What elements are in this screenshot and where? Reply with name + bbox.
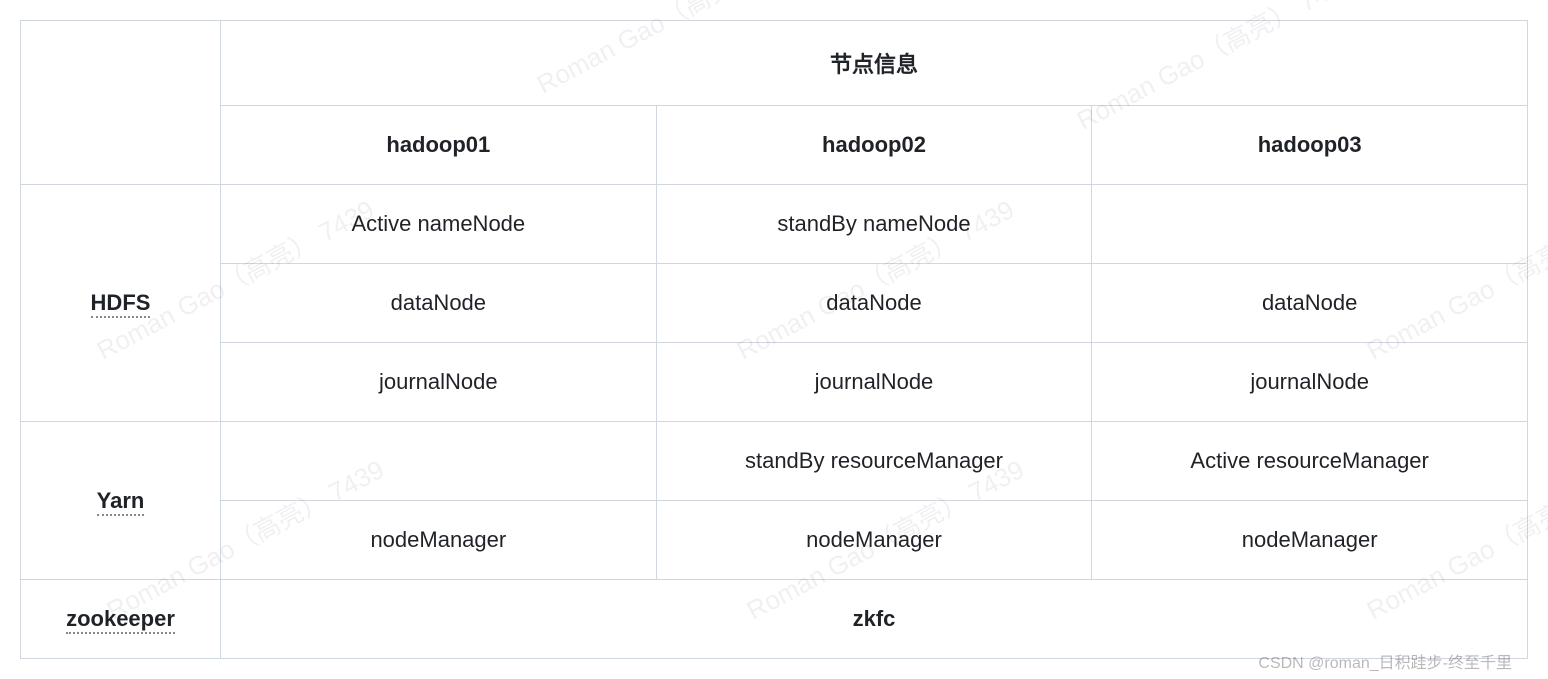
table-row: dataNode dataNode dataNode xyxy=(21,264,1528,343)
cell-yarn-1-0: nodeManager xyxy=(221,501,657,580)
column-header-hadoop01: hadoop01 xyxy=(221,106,657,185)
attribution-text: CSDN @roman_日积跬步-终至千里 xyxy=(1258,649,1512,673)
table-header-row-columns: hadoop01 hadoop02 hadoop03 xyxy=(21,106,1528,185)
section-label-hdfs: HDFS xyxy=(21,185,221,422)
cell-hdfs-2-1: journalNode xyxy=(656,343,1092,422)
cell-yarn-0-1: standBy resourceManager xyxy=(656,422,1092,501)
cell-yarn-0-0 xyxy=(221,422,657,501)
cell-hdfs-0-0: Active nameNode xyxy=(221,185,657,264)
table-row: nodeManager nodeManager nodeManager xyxy=(21,501,1528,580)
table-row: Yarn standBy resourceManager Active reso… xyxy=(21,422,1528,501)
cell-hdfs-1-1: dataNode xyxy=(656,264,1092,343)
cell-yarn-1-1: nodeManager xyxy=(656,501,1092,580)
cell-hdfs-1-2: dataNode xyxy=(1092,264,1528,343)
cluster-layout-table: 节点信息 hadoop01 hadoop02 hadoop03 HDFS Act… xyxy=(20,20,1528,659)
cell-yarn-1-2: nodeManager xyxy=(1092,501,1528,580)
table-header-row-group: 节点信息 xyxy=(21,21,1528,106)
table-row: HDFS Active nameNode standBy nameNode xyxy=(21,185,1528,264)
cell-hdfs-2-2: journalNode xyxy=(1092,343,1528,422)
cell-zookeeper-merged: zkfc xyxy=(221,580,1528,659)
cell-yarn-0-2: Active resourceManager xyxy=(1092,422,1528,501)
header-blank xyxy=(21,21,221,185)
column-header-hadoop02: hadoop02 xyxy=(656,106,1092,185)
column-header-hadoop03: hadoop03 xyxy=(1092,106,1528,185)
cell-hdfs-0-1: standBy nameNode xyxy=(656,185,1092,264)
table-row: journalNode journalNode journalNode xyxy=(21,343,1528,422)
cell-hdfs-1-0: dataNode xyxy=(221,264,657,343)
section-label-yarn: Yarn xyxy=(21,422,221,580)
section-label-zookeeper: zookeeper xyxy=(21,580,221,659)
cell-hdfs-0-2 xyxy=(1092,185,1528,264)
header-group-title: 节点信息 xyxy=(221,21,1528,106)
table-row: zookeeper zkfc xyxy=(21,580,1528,659)
cell-hdfs-2-0: journalNode xyxy=(221,343,657,422)
